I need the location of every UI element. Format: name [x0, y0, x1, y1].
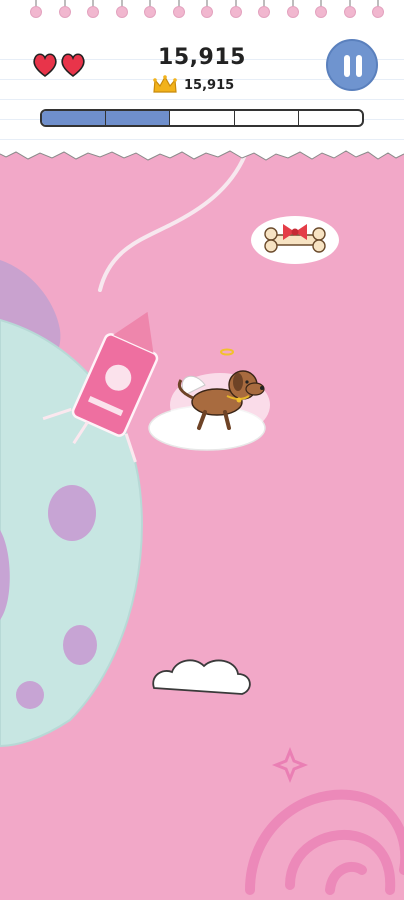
- spiral-ring: [30, 0, 42, 18]
- spiral-ring: [144, 0, 156, 18]
- spiral-ring: [372, 0, 384, 18]
- lives-hearts: [33, 53, 85, 77]
- spiral-ring: [229, 0, 242, 18]
- spiral-ring: [87, 0, 99, 18]
- torn-paper-edge: [0, 140, 404, 161]
- spiral-ring: [343, 0, 356, 18]
- progress-segment: [42, 111, 107, 125]
- spiral-ring: [172, 0, 185, 18]
- progress-segment: [106, 111, 171, 125]
- level-progress-bar: [40, 109, 364, 127]
- progress-segment: [299, 111, 362, 125]
- spiral-ring: [58, 0, 71, 18]
- bone-treat: [251, 216, 339, 264]
- heart-icon: [61, 53, 85, 77]
- spiral-ring: [258, 0, 270, 18]
- heart-icon: [33, 53, 57, 77]
- crown-icon: [153, 75, 177, 93]
- hud-panel: 15,915 15,915: [0, 0, 404, 160]
- current-score: 15,915: [158, 45, 246, 70]
- progress-segment: [170, 111, 235, 125]
- best-score-value: 15,915: [184, 77, 235, 93]
- pause-button[interactable]: [326, 39, 378, 91]
- game-scene: [0, 150, 404, 900]
- spiral-ring: [286, 0, 299, 18]
- notebook-spiral: [0, 0, 404, 22]
- progress-segment: [235, 111, 299, 125]
- best-score: 15,915: [152, 74, 234, 96]
- spiral-ring: [315, 0, 327, 18]
- spiral-ring: [201, 0, 213, 18]
- pause-icon: [356, 55, 362, 77]
- pause-icon: [344, 55, 350, 77]
- spiral-ring: [115, 0, 128, 18]
